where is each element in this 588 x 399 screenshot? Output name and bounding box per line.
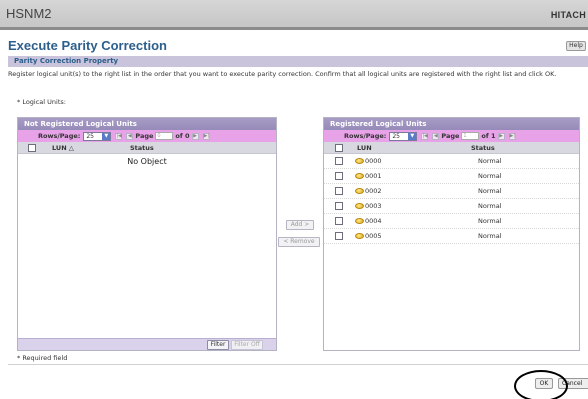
select-all-checkbox[interactable] — [335, 143, 343, 152]
remove-button[interactable]: < Remove — [278, 237, 320, 247]
prev-page-icon[interactable]: ◀ — [126, 132, 134, 140]
next-page-icon[interactable]: ▶ — [497, 132, 505, 140]
table-row[interactable]: 0000 Normal — [324, 154, 579, 169]
filter-off-button[interactable]: Filter Off — [231, 340, 263, 350]
first-page-icon[interactable]: |◀ — [421, 132, 429, 140]
required-field-note: * Required field — [17, 354, 68, 362]
prev-page-icon[interactable]: ◀ — [432, 132, 440, 140]
row-status: Normal — [478, 187, 502, 195]
row-status: Normal — [478, 172, 502, 180]
row-lun: 0003 — [365, 202, 382, 210]
row-status: Normal — [478, 217, 502, 225]
logical-unit-icon — [355, 203, 364, 209]
header-divider — [0, 27, 588, 30]
section-title: Parity Correction Property — [8, 56, 588, 67]
footer-divider — [8, 364, 588, 365]
not-registered-panel: Not Registered Logical Units Rows/Page: … — [17, 117, 277, 351]
table-row[interactable]: 0003 Normal — [324, 199, 579, 214]
row-lun: 0002 — [365, 187, 382, 195]
column-lun[interactable]: LUN △ — [52, 144, 130, 152]
row-checkbox[interactable] — [335, 232, 343, 240]
rows-per-page-label: Rows/Page: — [38, 132, 81, 140]
registered-panel: Registered Logical Units Rows/Page: 25 ▼ … — [323, 117, 580, 351]
rows-per-page-select[interactable]: 25 ▼ — [83, 131, 112, 141]
highlight-circle — [514, 370, 568, 399]
page-input[interactable]: 0 — [155, 132, 174, 140]
brand-logo: HITACH — [550, 10, 586, 20]
row-status: Normal — [478, 157, 502, 165]
rows-per-page-label: Rows/Page: — [344, 132, 387, 140]
filter-button[interactable]: Filter — [207, 340, 229, 350]
panel-footer: Filter Filter Off — [18, 338, 276, 350]
row-lun: 0000 — [365, 157, 382, 165]
app-name: HSNM2 — [6, 6, 52, 21]
row-lun: 0005 — [365, 232, 382, 240]
app-header: HSNM2 HITACH — [0, 0, 588, 27]
page-total: of 0 — [175, 132, 190, 140]
select-all-checkbox[interactable] — [28, 143, 36, 152]
row-checkbox[interactable] — [335, 172, 343, 180]
row-lun: 0001 — [365, 172, 382, 180]
add-button[interactable]: Add > — [286, 220, 314, 230]
row-status: Normal — [478, 202, 502, 210]
logical-unit-icon — [355, 173, 364, 179]
last-page-icon[interactable]: ▶| — [202, 132, 210, 140]
column-status[interactable]: Status — [130, 144, 154, 152]
page-label: Page — [135, 132, 154, 140]
logical-units-label: * Logical Units: — [17, 98, 66, 106]
logical-unit-icon — [355, 188, 364, 194]
logical-unit-icon — [355, 158, 364, 164]
row-lun: 0004 — [365, 217, 382, 225]
chevron-down-icon: ▼ — [102, 132, 111, 140]
pager: Rows/Page: 25 ▼ |◀ ◀ Page 1 of 1 ▶ ▶| — [324, 130, 579, 142]
logical-unit-icon — [355, 233, 364, 239]
row-status: Normal — [478, 232, 502, 240]
logical-unit-icon — [355, 218, 364, 224]
last-page-icon[interactable]: ▶| — [508, 132, 516, 140]
pager: Rows/Page: 25 ▼ |◀ ◀ Page 0 of 0 ▶ ▶| — [18, 130, 276, 142]
page-label: Page — [441, 132, 460, 140]
registered-list: 0000 Normal 0001 Normal 0002 Normal 0003… — [324, 154, 579, 244]
page-total: of 1 — [481, 132, 496, 140]
rows-per-page-select[interactable]: 25 ▼ — [389, 131, 418, 141]
row-checkbox[interactable] — [335, 202, 343, 210]
instructions-text: Register logical unit(s) to the right li… — [8, 70, 557, 78]
table-row[interactable]: 0005 Normal — [324, 229, 579, 244]
row-checkbox[interactable] — [335, 217, 343, 225]
panel-title: Registered Logical Units — [324, 118, 579, 130]
empty-message: No Object — [127, 157, 167, 166]
row-checkbox[interactable] — [335, 157, 343, 165]
help-button[interactable]: Help — [566, 41, 586, 51]
table-row[interactable]: 0001 Normal — [324, 169, 579, 184]
page-input[interactable]: 1 — [461, 132, 480, 140]
column-status[interactable]: Status — [471, 144, 495, 152]
panel-title: Not Registered Logical Units — [18, 118, 276, 130]
row-checkbox[interactable] — [335, 187, 343, 195]
table-header: LUN △ Status — [18, 142, 276, 154]
page-title: Execute Parity Correction — [8, 38, 167, 53]
table-header: LUN Status — [324, 142, 579, 154]
column-lun[interactable]: LUN — [357, 144, 471, 152]
chevron-down-icon: ▼ — [408, 132, 417, 140]
table-row[interactable]: 0002 Normal — [324, 184, 579, 199]
next-page-icon[interactable]: ▶ — [191, 132, 199, 140]
first-page-icon[interactable]: |◀ — [115, 132, 123, 140]
table-row[interactable]: 0004 Normal — [324, 214, 579, 229]
